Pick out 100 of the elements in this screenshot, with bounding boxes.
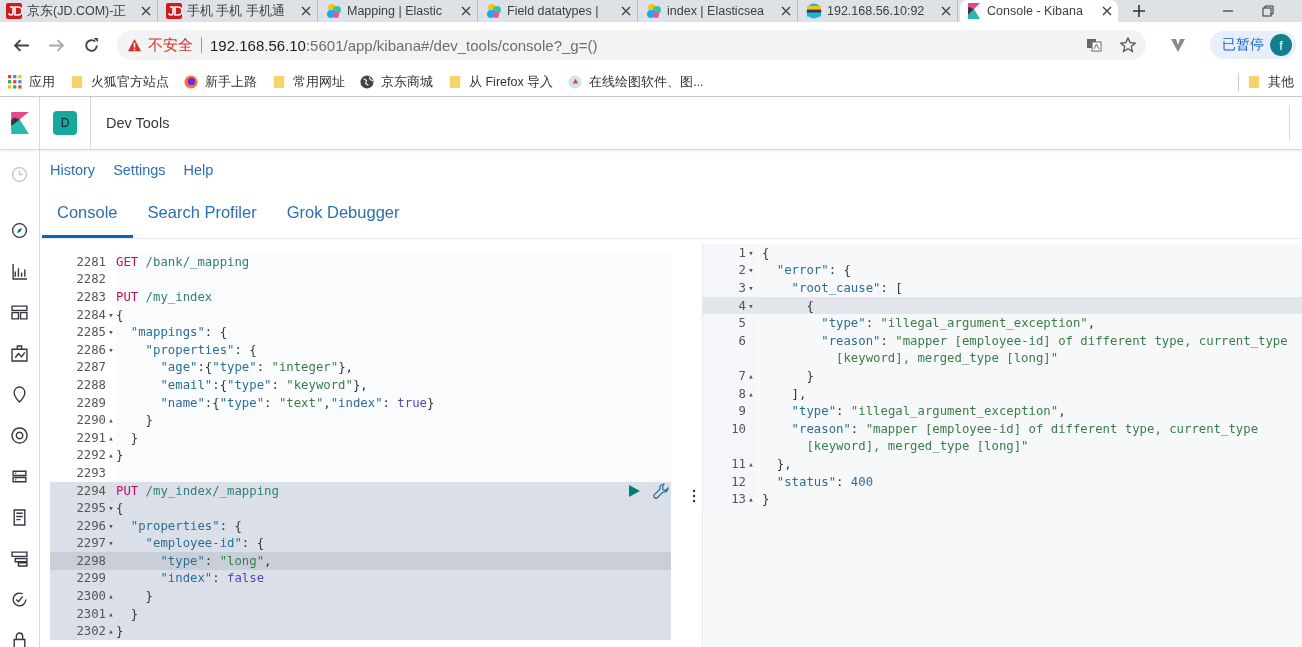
dashboard-icon[interactable] [11, 304, 28, 321]
space-avatar[interactable]: D [53, 111, 77, 135]
bookmark[interactable]: 从 Firefox 导入 [448, 73, 554, 91]
document-icon[interactable] [11, 509, 28, 526]
code-text: "reason": "mapper [employee-id] of different type, current_type [820, 333, 1288, 348]
line-number: 2300 [75, 589, 106, 604]
code-text: } [144, 589, 154, 604]
bookmark-label: 常用网址 [293, 73, 345, 91]
line-number: 2287 [75, 360, 106, 375]
bookmark[interactable]: 火狐官方站点 [70, 73, 169, 91]
line-number: 2288 [75, 377, 106, 392]
fold-toggle[interactable]: ▾ [748, 247, 754, 258]
star-icon[interactable] [1120, 37, 1136, 53]
bookmark[interactable]: 应用 [8, 73, 55, 91]
fold-toggle[interactable]: ▾ [108, 344, 114, 355]
fold-toggle[interactable]: ▾ [108, 327, 114, 338]
code-text: "email":{"type": "keyword"}, [159, 377, 368, 392]
line-number: 2296 [75, 518, 106, 533]
wrench-icon[interactable] [653, 482, 669, 499]
fold-toggle[interactable]: ▾ [748, 265, 754, 276]
address-bar[interactable]: 不安全 192.168.56.10:5601/app/kibana#/dev_tools/console?_g=() [117, 30, 1146, 60]
line-number: 2302 [75, 624, 106, 639]
code-text: "status": 400 [775, 474, 874, 489]
fold-toggle[interactable]: ▴ [108, 450, 114, 461]
fold-toggle[interactable]: ▾ [108, 538, 114, 549]
tab[interactable]: Grok Debugger [271, 190, 415, 238]
bookmark-label: 其他 [1268, 73, 1294, 91]
header-link[interactable]: Settings [113, 162, 166, 178]
browser-tab[interactable]: Mapping | Elastic [320, 0, 478, 22]
code-text: ], [790, 386, 807, 401]
browser-tab[interactable]: index | Elasticsea [640, 0, 798, 22]
bookmark[interactable]: 常用网址 [272, 73, 345, 91]
close-icon[interactable] [301, 6, 311, 16]
fold-toggle[interactable]: ▾ [748, 283, 754, 293]
header-link[interactable]: History [50, 162, 96, 178]
line-number: 2290 [75, 413, 106, 428]
tab[interactable]: Console [42, 190, 133, 238]
close-icon[interactable] [781, 6, 791, 16]
fold-toggle[interactable]: ▴ [108, 608, 114, 619]
fold-toggle[interactable]: ▴ [108, 626, 114, 637]
code-text: "type": "long", [159, 553, 272, 568]
kibana-logo-icon [966, 3, 982, 19]
code-text: "type": "illegal_argument_exception", [820, 316, 1096, 331]
line-number: 2292 [75, 448, 106, 463]
v-shape-icon[interactable] [1170, 37, 1186, 53]
fold-toggle[interactable]: ▴ [108, 591, 114, 602]
bookmark-label: 新手上路 [205, 73, 257, 91]
line-number: 2295 [75, 501, 106, 516]
folder-icon [272, 75, 286, 89]
line-number: 5 [737, 316, 746, 331]
more-options-icon[interactable] [692, 489, 696, 503]
bookmark[interactable]: 其他 [1247, 73, 1294, 91]
fold-toggle[interactable]: ▾ [748, 300, 754, 311]
bookmark[interactable]: 新手上路 [184, 73, 257, 91]
profile-button[interactable]: 已暂停 f [1210, 31, 1296, 59]
header-link[interactable]: Help [183, 162, 214, 178]
kibana-logo-icon[interactable] [10, 112, 29, 134]
close-icon[interactable] [941, 6, 951, 16]
tab-title: 192.168.56.10:92 [827, 4, 926, 18]
code-text: "mappings": { [129, 325, 228, 340]
translate-icon[interactable] [1086, 37, 1102, 53]
close-icon[interactable] [141, 6, 151, 16]
browser-tab[interactable]: 192.168.56.10:92 [800, 0, 958, 22]
fold-toggle[interactable]: ▴ [748, 458, 754, 469]
line-number: 2281 [75, 254, 106, 269]
fold-toggle[interactable]: ▴ [748, 494, 754, 505]
url-path: :5601/app/kibana#/dev_tools/console?_g=() [305, 36, 598, 54]
server-icon[interactable] [11, 468, 28, 485]
stack-icon[interactable] [11, 550, 28, 567]
browser-tab[interactable]: Console - Kibana [960, 0, 1118, 22]
close-icon[interactable] [621, 6, 631, 16]
bar-chart-icon[interactable] [11, 263, 28, 280]
close-icon[interactable] [1102, 6, 1112, 16]
play-icon[interactable] [627, 483, 641, 498]
bookmark-label: 在线绘图软件、图... [589, 73, 704, 91]
fold-toggle[interactable]: ▴ [748, 388, 754, 399]
bookmark[interactable]: 在线绘图软件、图... [568, 73, 704, 91]
close-icon[interactable] [461, 6, 471, 16]
new-tab-icon[interactable] [1132, 4, 1146, 18]
fold-toggle[interactable]: ▴ [108, 432, 114, 443]
code-text: PUT /my_index [116, 290, 213, 304]
browser-tab[interactable]: 京东(JD.COM)-正 [0, 0, 158, 22]
map-pin-icon[interactable] [11, 386, 28, 403]
fold-toggle[interactable]: ▾ [108, 503, 114, 514]
avatar: f [1270, 34, 1292, 56]
browser-tab[interactable]: 手机 手机 手机通 [160, 0, 318, 22]
code-text: GET /bank/_mapping [116, 254, 250, 269]
compass-icon[interactable] [11, 222, 28, 239]
reload-icon[interactable] [83, 36, 100, 54]
browser-tab[interactable]: Field datatypes | [480, 0, 638, 22]
bookmark-label: 从 Firefox 导入 [469, 73, 554, 91]
fold-toggle[interactable]: ▾ [108, 309, 114, 320]
lock-icon[interactable] [11, 632, 28, 647]
fold-toggle[interactable]: ▴ [748, 370, 754, 381]
fold-toggle[interactable]: ▴ [108, 415, 114, 426]
restore-icon[interactable] [1262, 5, 1274, 17]
tab[interactable]: Search Profiler [132, 190, 272, 238]
canvas-icon[interactable] [11, 345, 28, 362]
bookmark[interactable]: 京东商城 [360, 73, 433, 91]
fold-toggle[interactable]: ▾ [108, 520, 114, 531]
